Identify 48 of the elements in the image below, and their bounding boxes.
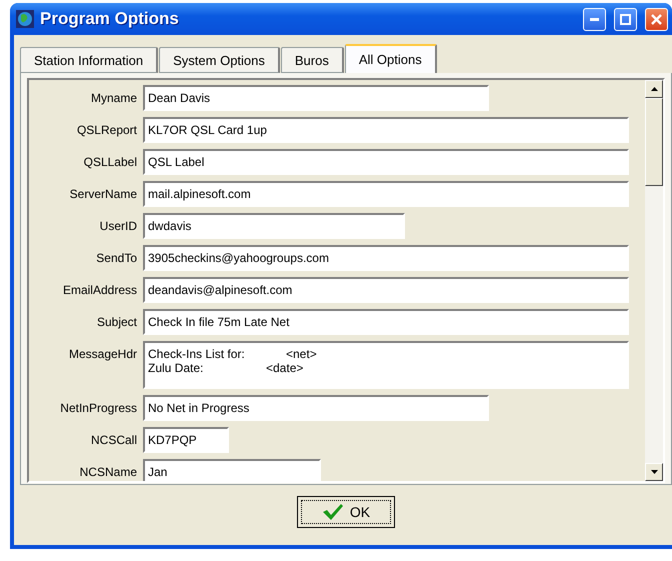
header-line-tag: <date> [266,361,304,375]
field-label: QSLReport [76,122,137,139]
minimize-button[interactable] [583,8,606,30]
close-button[interactable] [645,8,668,30]
input-field[interactable]: KD7PQP [143,427,229,453]
input-field[interactable]: Check-Ins List for: <net> Zulu Date: <date> [143,341,629,389]
close-icon [651,14,662,24]
scrollbar[interactable] [645,80,663,481]
field-label: EmailAddress [62,282,137,299]
input-field[interactable]: Dean Davis [143,85,489,111]
maximize-icon [620,14,631,24]
field-label: SendTo [95,250,137,267]
input-field[interactable]: 3905checkins@yahoogroups.com [143,245,629,271]
field-label: Myname [90,90,137,107]
maximize-button[interactable] [614,8,637,30]
tab[interactable]: Buros [280,47,344,73]
up-arrow-icon [650,87,658,91]
scroll-down-button[interactable] [645,463,663,481]
header-line-label: Zulu Date: [148,361,204,375]
field-label: Subject [96,314,137,331]
scroll-thumb[interactable] [645,98,663,186]
field-label: NetInProgress [59,400,137,417]
field-label: NCSCall [90,432,137,449]
input-field[interactable]: dwdavis [143,213,405,239]
field-label: ServerName [68,186,137,203]
tab[interactable]: All Options [344,44,437,73]
field-label: MessageHdr [68,346,137,363]
input-field[interactable]: Jan [143,459,321,481]
globe-icon [16,10,34,28]
ok-button[interactable]: OK [297,496,395,528]
tab[interactable]: System Options [159,47,280,73]
checkmark-icon [322,503,344,521]
scroll-up-button[interactable] [645,80,663,98]
input-field[interactable]: QSL Label [143,149,629,175]
down-arrow-icon [650,470,658,474]
header-line-label: Check-Ins List for: [148,347,246,361]
input-field[interactable]: No Net in Progress [143,395,489,421]
input-field[interactable]: mail.alpinesoft.com [143,181,629,207]
header-line-tag: <net> [286,347,317,361]
input-field[interactable]: KL7OR QSL Card 1up [143,117,629,143]
minimize-icon [590,18,599,20]
input-field[interactable]: Check In file 75m Late Net [143,309,629,335]
input-field[interactable]: deandavis@alpinesoft.com [143,277,629,303]
field-label: NCSName [78,464,137,481]
window-title: Program Options [40,9,180,29]
field-label: QSLLabel [82,154,137,171]
tab[interactable]: Station Information [20,47,158,73]
field-label: UserID [98,218,137,235]
